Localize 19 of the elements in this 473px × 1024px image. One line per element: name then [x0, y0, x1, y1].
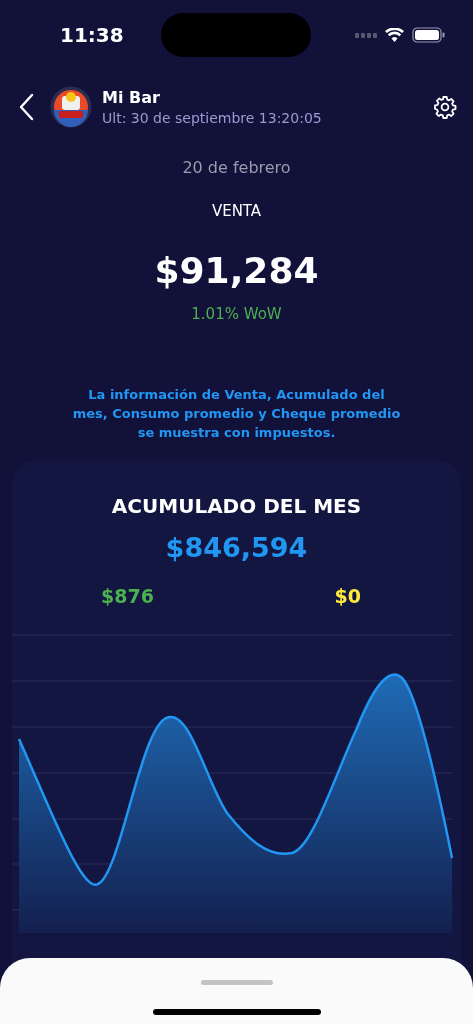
bar-logo-icon	[50, 86, 92, 128]
figure-value: $876	[101, 585, 154, 607]
status-time: 11:38	[60, 23, 125, 47]
tax-note: La información de Venta, Acumulado del mes, Consumo promedio y Cheque promedio se muestra con impuestos.	[71, 386, 402, 442]
wifi-icon	[385, 28, 404, 42]
sales-label: VENTA	[210, 202, 263, 220]
sales-value: $91,284	[153, 250, 320, 291]
battery-icon	[412, 27, 445, 43]
month-total: $846,594	[164, 532, 309, 563]
signal-icon	[355, 32, 377, 38]
sheet-handle[interactable]	[200, 980, 273, 985]
back-button[interactable]	[18, 93, 34, 121]
header-title: Mi Bar	[102, 88, 161, 107]
card-title: ACUMULADO DEL MES	[110, 494, 363, 518]
settings-icon[interactable]	[433, 95, 457, 119]
date-label: 20 de febrero	[181, 158, 292, 177]
figure-value: $0	[334, 585, 361, 607]
last-update-text: Ult: 30 de septiembre 13:20:05	[102, 110, 323, 126]
sales-change: 1.01% WoW	[190, 305, 283, 323]
